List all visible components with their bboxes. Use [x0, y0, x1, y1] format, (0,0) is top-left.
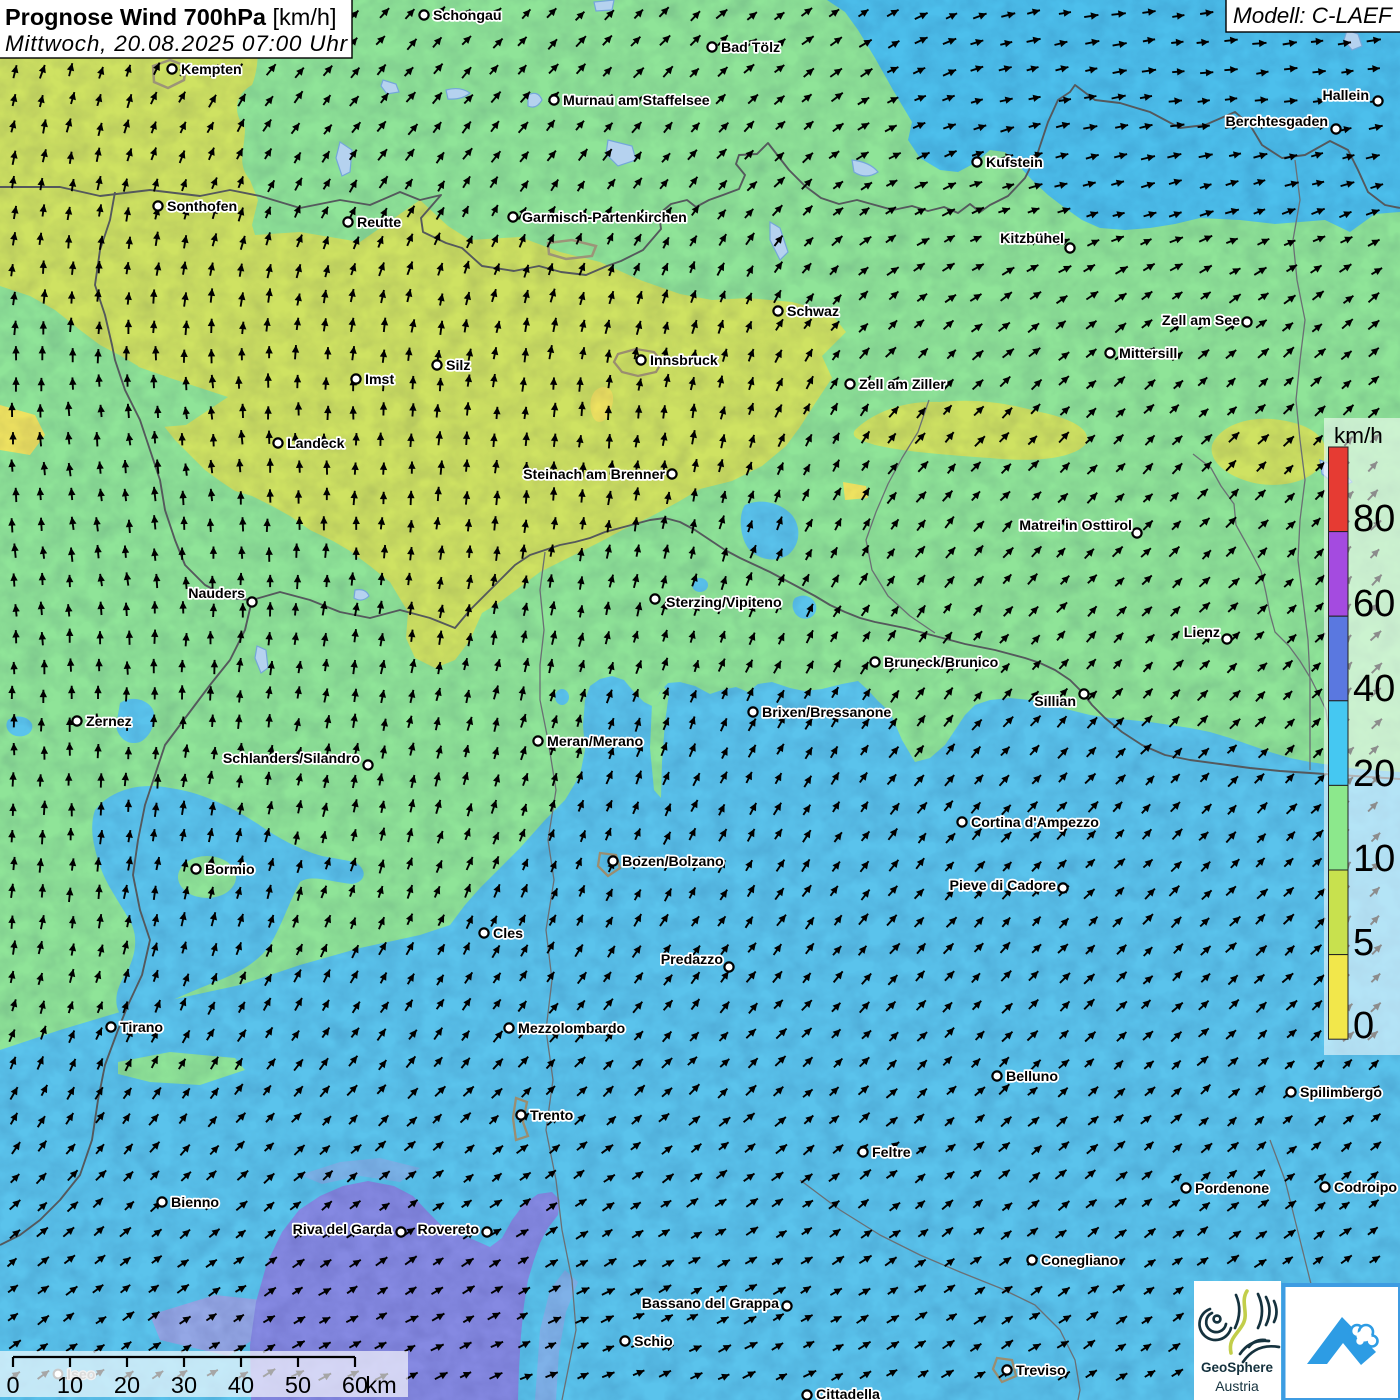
- svg-text:Berchtesgaden: Berchtesgaden: [1226, 114, 1329, 130]
- svg-text:Tirano: Tirano: [120, 1020, 163, 1036]
- svg-text:Schlanders/Silandro: Schlanders/Silandro: [223, 751, 361, 767]
- svg-text:Silz: Silz: [446, 358, 470, 374]
- svg-text:0: 0: [1353, 1005, 1374, 1047]
- svg-text:Nauders: Nauders: [188, 586, 245, 602]
- svg-text:0: 0: [6, 1372, 19, 1398]
- svg-text:10: 10: [1353, 838, 1395, 880]
- svg-text:Meran/Merano: Meran/Merano: [547, 734, 644, 750]
- svg-text:km: km: [365, 1372, 396, 1398]
- svg-text:Zell am See: Zell am See: [1162, 313, 1240, 329]
- svg-text:Codroipo: Codroipo: [1334, 1180, 1397, 1196]
- svg-text:Austria: Austria: [1215, 1378, 1259, 1394]
- svg-text:20: 20: [1353, 753, 1395, 795]
- svg-text:80: 80: [1353, 498, 1395, 540]
- svg-text:Zell am Ziller: Zell am Ziller: [859, 377, 946, 393]
- svg-text:Feltre: Feltre: [872, 1145, 911, 1161]
- svg-text:Mezzolombardo: Mezzolombardo: [518, 1021, 626, 1037]
- svg-text:Schio: Schio: [634, 1334, 673, 1350]
- svg-text:Innsbruck: Innsbruck: [650, 353, 718, 369]
- svg-text:Brixen/Bressanone: Brixen/Bressanone: [762, 705, 891, 721]
- svg-text:Bruneck/Brunico: Bruneck/Brunico: [884, 655, 999, 671]
- svg-text:Lienz: Lienz: [1184, 625, 1220, 641]
- svg-text:60: 60: [1353, 583, 1395, 625]
- svg-text:Kufstein: Kufstein: [986, 155, 1043, 171]
- svg-text:Predazzo: Predazzo: [661, 952, 724, 968]
- svg-text:Steinach am Brenner: Steinach am Brenner: [523, 467, 665, 483]
- svg-text:Riva del Garda: Riva del Garda: [293, 1222, 392, 1238]
- svg-text:5: 5: [1353, 922, 1374, 964]
- svg-text:Matrei in Osttirol: Matrei in Osttirol: [1019, 518, 1132, 534]
- svg-text:Bassano del Grappa: Bassano del Grappa: [642, 1296, 779, 1312]
- svg-text:60: 60: [342, 1372, 368, 1398]
- svg-text:GeoSphere: GeoSphere: [1201, 1360, 1274, 1375]
- svg-text:Spilimbergo: Spilimbergo: [1300, 1085, 1382, 1101]
- svg-text:Rovereto: Rovereto: [418, 1222, 480, 1238]
- svg-text:Murnau am Staffelsee: Murnau am Staffelsee: [563, 93, 710, 109]
- svg-text:Kitzbühel: Kitzbühel: [1000, 231, 1064, 247]
- svg-text:Cortina d'Ampezzo: Cortina d'Ampezzo: [971, 815, 1099, 831]
- svg-text:Pordenone: Pordenone: [1195, 1181, 1269, 1197]
- svg-text:Mittwoch, 20.08.2025 07:00 Uhr: Mittwoch, 20.08.2025 07:00 Uhr: [5, 31, 349, 56]
- svg-text:Cles: Cles: [493, 926, 523, 942]
- svg-text:Sterzing/Vipiteno: Sterzing/Vipiteno: [666, 595, 782, 611]
- svg-text:Schwaz: Schwaz: [787, 304, 839, 320]
- svg-text:Belluno: Belluno: [1006, 1069, 1058, 1085]
- svg-text:Trento: Trento: [530, 1108, 574, 1124]
- svg-text:Mittersill: Mittersill: [1119, 346, 1177, 362]
- svg-text:Landeck: Landeck: [287, 436, 345, 452]
- svg-text:40: 40: [228, 1372, 254, 1398]
- svg-text:Bormio: Bormio: [205, 862, 255, 878]
- svg-text:Bienno: Bienno: [171, 1195, 219, 1211]
- svg-text:Pieve di Cadore: Pieve di Cadore: [950, 878, 1057, 894]
- svg-text:Modell: C-LAEF: Modell: C-LAEF: [1233, 3, 1393, 28]
- svg-text:Imst: Imst: [365, 372, 394, 388]
- svg-text:10: 10: [57, 1372, 83, 1398]
- svg-text:20: 20: [114, 1372, 140, 1398]
- svg-text:Cittadella: Cittadella: [816, 1387, 880, 1400]
- svg-text:Schongau: Schongau: [433, 8, 502, 24]
- svg-text:40: 40: [1353, 668, 1395, 710]
- svg-text:km/h: km/h: [1334, 423, 1383, 448]
- svg-text:Sillian: Sillian: [1034, 694, 1076, 710]
- svg-text:Garmisch-Partenkirchen: Garmisch-Partenkirchen: [522, 210, 687, 226]
- svg-text:Hallein: Hallein: [1322, 88, 1369, 104]
- svg-text:Sonthofen: Sonthofen: [167, 199, 237, 215]
- svg-text:Bozen/Bolzano: Bozen/Bolzano: [622, 854, 724, 870]
- svg-text:Prognose Wind 700hPa [km/h]: Prognose Wind 700hPa [km/h]: [5, 4, 336, 30]
- svg-text:Reutte: Reutte: [357, 215, 401, 231]
- svg-text:50: 50: [285, 1372, 311, 1398]
- svg-text:Conegliano: Conegliano: [1041, 1253, 1119, 1269]
- svg-text:Zernez: Zernez: [86, 714, 132, 730]
- svg-text:Kempten: Kempten: [181, 62, 242, 78]
- svg-text:Treviso: Treviso: [1016, 1363, 1066, 1379]
- svg-text:Bad Tölz: Bad Tölz: [721, 40, 780, 56]
- svg-text:30: 30: [171, 1372, 197, 1398]
